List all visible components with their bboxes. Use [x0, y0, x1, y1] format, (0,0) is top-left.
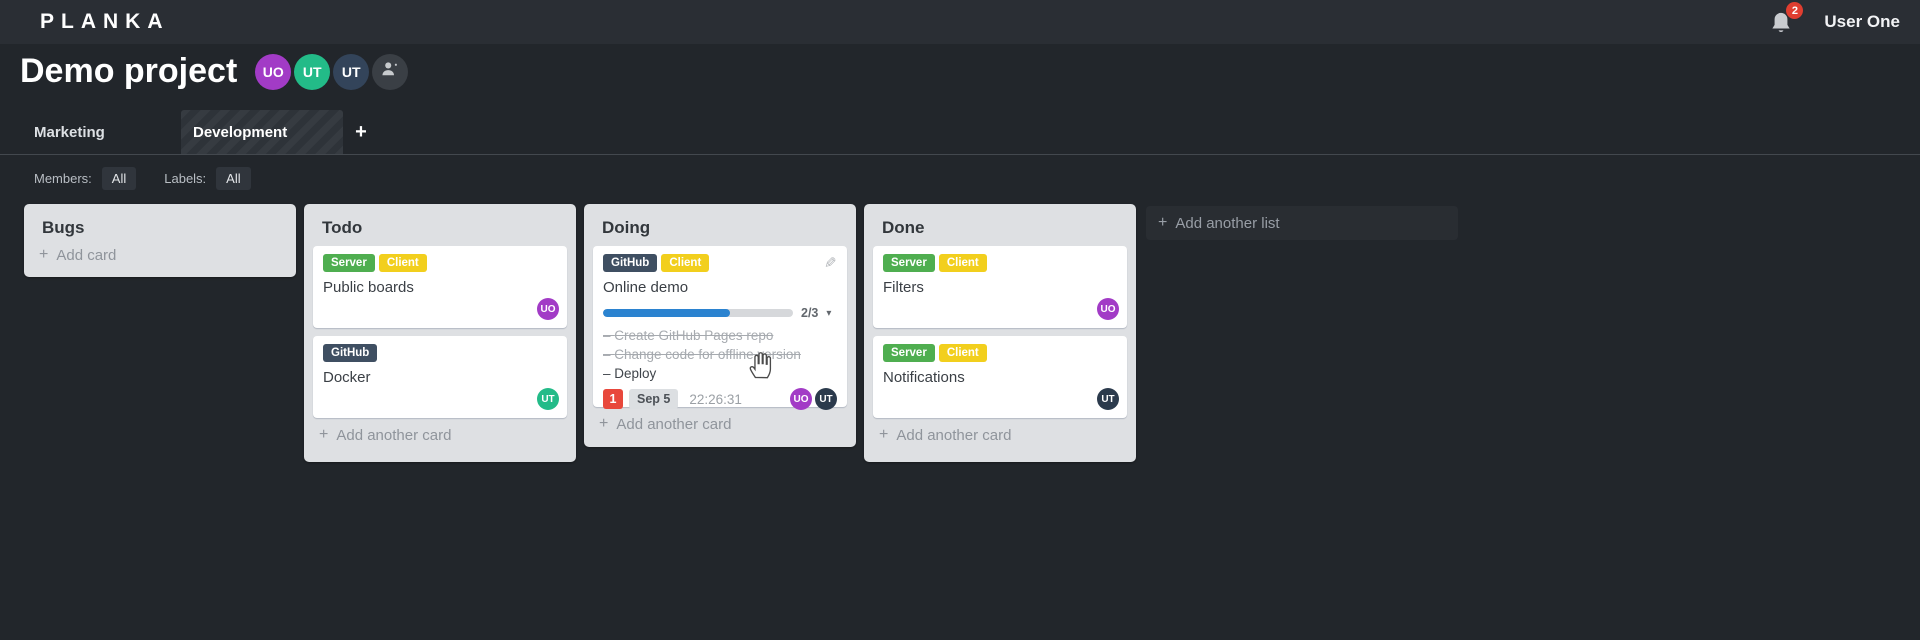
avatar: UO [537, 298, 559, 320]
label-row: Server Client [323, 254, 557, 272]
avatar: UT [1097, 388, 1119, 410]
card-name: Filters [883, 279, 924, 296]
task-item: Create GitHub Pages repo [603, 326, 837, 345]
members-filter-value[interactable]: All [101, 166, 137, 190]
add-card-button[interactable]: + Add another card [599, 415, 847, 433]
card-notification-badge: 1 [603, 389, 623, 409]
task-list: Create GitHub Pages repo Change code for… [603, 326, 837, 383]
notifications-button[interactable]: 2 [1770, 2, 1804, 35]
label-row: Server Client [883, 254, 1117, 272]
avatar: UT [815, 388, 837, 410]
add-list-button[interactable]: + Add another list [1146, 206, 1458, 240]
card-name: Online demo [603, 279, 689, 296]
card-label: Client [938, 344, 987, 362]
card-online-demo[interactable]: GitHub Client ✎ Online demo 2/3 ▾ Create… [593, 246, 847, 410]
list-title[interactable]: Doing [602, 218, 847, 238]
add-card-label: Add another card [896, 426, 1012, 444]
avatar: UT [537, 388, 559, 410]
task-item: Change code for offline version [603, 345, 837, 364]
notification-count-badge: 2 [1786, 2, 1804, 19]
add-card-button[interactable]: + Add card [39, 246, 287, 264]
add-card-button[interactable]: + Add another card [319, 426, 567, 444]
card-notifications[interactable]: Server Client Notifications UT [873, 336, 1127, 418]
card-members: UO UT [790, 388, 837, 410]
plus-icon: + [599, 415, 609, 432]
plus-icon: + [39, 246, 49, 263]
add-card-label: Add another card [336, 426, 452, 444]
filter-bar: Members: All Labels: All [34, 166, 269, 190]
list-title[interactable]: Bugs [42, 218, 287, 238]
add-member-button[interactable] [372, 53, 409, 90]
card-label: Client [938, 254, 987, 272]
card-name: Docker [323, 369, 371, 386]
card-label: GitHub [603, 254, 658, 272]
labels-filter-label[interactable]: Labels: [164, 171, 206, 186]
board-tabs: Marketing Development + [0, 110, 1920, 155]
avatar: UO [1097, 298, 1119, 320]
avatar: UO [790, 388, 812, 410]
planka-logo[interactable]: PLANKA [40, 10, 170, 34]
list-todo: Todo Server Client Public boards UO GitH… [304, 204, 576, 462]
progress-fill [603, 309, 730, 317]
add-user-icon [381, 61, 399, 82]
label-row: GitHub [323, 344, 557, 362]
card-name: Public boards [323, 279, 414, 296]
due-date-badge: Sep 5 [629, 389, 679, 409]
list-done: Done Server Client Filters UO Server Cli… [864, 204, 1136, 462]
plus-icon: + [879, 426, 889, 443]
list-doing: Doing GitHub Client ✎ Online demo 2/3 ▾ … [584, 204, 856, 447]
task-progress: 2/3 ▾ [603, 306, 837, 320]
avatar[interactable]: UO [255, 53, 292, 90]
card-filters[interactable]: Server Client Filters UO [873, 246, 1127, 328]
label-row: Server Client [883, 344, 1117, 362]
label-row: GitHub Client [603, 254, 837, 272]
progress-count: 2/3 [801, 306, 819, 320]
hand-cursor [747, 349, 774, 384]
chevron-down-icon[interactable]: ▾ [826, 308, 831, 319]
members-filter-label[interactable]: Members: [34, 171, 92, 186]
tab-marketing[interactable]: Marketing [22, 110, 181, 154]
card-label: Client [661, 254, 710, 272]
list-bugs: Bugs + Add card [24, 204, 296, 277]
project-title[interactable]: Demo project [20, 52, 237, 91]
plus-icon: + [319, 426, 329, 443]
avatar[interactable]: UT [294, 53, 331, 90]
card-label: GitHub [323, 344, 378, 362]
user-menu[interactable]: User One [1824, 12, 1900, 32]
project-members: UO UT UT [255, 53, 409, 90]
card-public-boards[interactable]: Server Client Public boards UO [313, 246, 567, 328]
add-card-button[interactable]: + Add another card [879, 426, 1127, 444]
labels-filter-value[interactable]: All [216, 166, 251, 190]
topbar-right: 2 User One [1770, 2, 1900, 35]
card-label: Client [378, 254, 427, 272]
list-title[interactable]: Done [882, 218, 1127, 238]
plus-icon: + [1158, 214, 1168, 231]
card-label: Server [883, 254, 935, 272]
add-board-button[interactable]: + [343, 110, 379, 154]
add-card-label: Add another card [616, 415, 732, 433]
list-title[interactable]: Todo [322, 218, 567, 238]
project-header: Demo project UO UT UT [20, 52, 409, 91]
progress-bar [603, 309, 793, 317]
card-label: Server [323, 254, 375, 272]
card-footer: 1 Sep 5 22:26:31 UO UT [603, 388, 837, 410]
add-list-label: Add another list [1175, 214, 1280, 232]
avatar[interactable]: UT [333, 53, 370, 90]
timer-badge: 22:26:31 [689, 391, 742, 407]
task-item: Deploy [603, 364, 837, 383]
top-bar: PLANKA 2 User One [0, 0, 1920, 44]
card-docker[interactable]: GitHub Docker UT [313, 336, 567, 418]
edit-card-icon[interactable]: ✎ [824, 254, 837, 272]
card-label: Server [883, 344, 935, 362]
tab-development[interactable]: Development [181, 110, 343, 154]
card-name: Notifications [883, 369, 965, 386]
add-card-label: Add card [56, 246, 117, 264]
